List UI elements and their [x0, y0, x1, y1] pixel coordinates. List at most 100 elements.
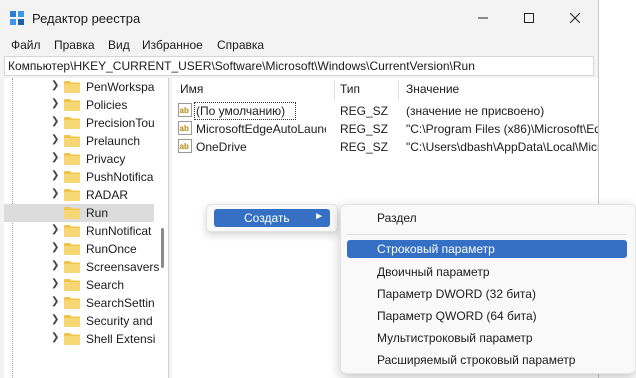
folder-icon — [64, 261, 80, 273]
tree-item-label: Privacy — [86, 152, 126, 166]
chevron-right-icon[interactable]: ❯ — [51, 296, 59, 307]
registry-app-icon — [10, 11, 24, 25]
folder-icon — [64, 171, 80, 183]
tree-item-label: Run — [86, 206, 109, 220]
minimize-button[interactable] — [460, 0, 506, 36]
column-separator[interactable] — [334, 80, 335, 100]
submenu-item-expandable-string-value[interactable]: Расширяемый строковый параметр — [347, 351, 627, 369]
tree-item[interactable]: ❯ Shell Extensi — [4, 330, 155, 348]
submenu-item-string-value[interactable]: Строковый параметр — [347, 240, 627, 258]
maximize-button[interactable] — [506, 0, 552, 36]
chevron-right-icon[interactable]: ❯ — [51, 80, 59, 91]
tree-item[interactable]: ❯ RunNotificat — [4, 222, 154, 240]
chevron-right-icon[interactable]: ❯ — [51, 188, 59, 199]
submenu-item-label: Расширяемый строковый параметр — [377, 353, 576, 367]
value-row[interactable]: ab (По умолчанию) REG_SZ (значение не присв… — [172, 102, 598, 120]
tree-item[interactable]: Run — [4, 204, 154, 222]
window-title: Редактор реестра — [32, 11, 141, 26]
chevron-right-icon: ► — [314, 211, 324, 222]
close-button[interactable] — [552, 0, 598, 36]
tree-item-label: RunNotificat — [86, 224, 152, 238]
tree-scrollbar[interactable] — [158, 78, 168, 378]
chevron-right-icon[interactable]: ❯ — [51, 332, 59, 343]
value-data: "C:\Program Files (x86)\Microsoft\Edge — [406, 122, 598, 136]
chevron-right-icon[interactable]: ❯ — [51, 314, 59, 325]
context-menu: Создать ► — [206, 204, 338, 232]
context-item-new[interactable]: Создать ► — [214, 209, 330, 227]
chevron-right-icon[interactable]: ❯ — [51, 134, 59, 145]
value-name: MicrosoftEdgeAutoLaunch — [196, 122, 326, 136]
submenu-item-label: Параметр DWORD (32 бита) — [377, 287, 536, 301]
tree-item-label: Prelaunch — [86, 134, 141, 148]
tree-item-label: Screensavers — [86, 260, 160, 274]
string-value-icon: ab — [178, 139, 192, 153]
chevron-right-icon[interactable]: ❯ — [51, 170, 59, 181]
folder-icon — [64, 279, 80, 291]
submenu-separator — [347, 234, 627, 235]
value-row[interactable]: ab MicrosoftEdgeAutoLaunch REG_SZ "C:\Progr… — [172, 120, 598, 138]
tree-item[interactable]: ❯ Prelaunch — [4, 132, 154, 150]
chevron-right-icon[interactable]: ❯ — [51, 224, 59, 235]
column-header-data[interactable]: Значение — [406, 82, 459, 96]
focus-rectangle — [194, 102, 296, 120]
tree-item-label: RunOnce — [86, 242, 137, 256]
chevron-right-icon[interactable]: ❯ — [51, 242, 59, 253]
tree-item[interactable]: ❯ PenWorkspa — [4, 78, 154, 96]
folder-icon — [64, 225, 80, 237]
address-path: Компьютер\HKEY_CURRENT_USER\Software\Mic… — [8, 59, 475, 73]
tree-item[interactable]: ❯ RADAR — [4, 186, 154, 204]
tree-item[interactable]: ❯ SearchSettin — [4, 294, 155, 312]
submenu-item-qword-value[interactable]: Параметр QWORD (64 бита) — [347, 307, 627, 325]
tree-item[interactable]: ❯ RunOnce — [4, 240, 154, 258]
value-row[interactable]: ab OneDrive REG_SZ "C:\Users\dbash\AppData\… — [172, 138, 598, 156]
chevron-right-icon[interactable]: ❯ — [51, 116, 59, 127]
minimize-icon — [478, 17, 488, 19]
folder-icon — [64, 207, 80, 219]
submenu-item-multistring-value[interactable]: Мультистроковый параметр — [347, 329, 627, 347]
menu-favorites[interactable]: Избранное — [142, 38, 203, 52]
svg-text:ab: ab — [180, 142, 189, 151]
folder-icon — [64, 81, 80, 93]
tree-item-label: RADAR — [86, 188, 129, 202]
string-value-icon: ab — [178, 103, 192, 117]
tree-pane[interactable]: ❯ PenWorkspa ❯ Policies ❯ PrecisionTou ❯ Prelau… — [4, 78, 169, 378]
submenu-item-label: Параметр QWORD (64 бита) — [377, 309, 537, 323]
column-header-type[interactable]: Тип — [340, 82, 360, 96]
tree-item[interactable]: ❯ Policies — [4, 96, 154, 114]
value-type: REG_SZ — [340, 104, 389, 118]
context-item-new-label: Создать — [244, 211, 290, 225]
submenu-item-dword-value[interactable]: Параметр DWORD (32 бита) — [347, 285, 627, 303]
menu-file[interactable]: Файл — [11, 38, 41, 52]
tree-item[interactable]: ❯ PushNotifica — [4, 168, 154, 186]
column-separator[interactable] — [398, 80, 399, 100]
tree-item-label: PenWorkspa — [86, 80, 155, 94]
tree-item-label: SearchSettin — [86, 296, 155, 310]
menu-help[interactable]: Справка — [217, 38, 264, 52]
menu-edit[interactable]: Правка — [54, 38, 95, 52]
chevron-right-icon[interactable]: ❯ — [51, 278, 59, 289]
title-bar[interactable]: Редактор реестра — [0, 0, 598, 36]
column-header-name[interactable]: Имя — [180, 82, 203, 96]
svg-text:ab: ab — [180, 124, 189, 133]
folder-icon — [64, 99, 80, 111]
value-name: OneDrive — [196, 140, 247, 154]
close-icon — [570, 13, 580, 23]
address-bar[interactable]: Компьютер\HKEY_CURRENT_USER\Software\Mic… — [4, 56, 594, 76]
tree-item-label: Search — [86, 278, 125, 292]
submenu-item-binary-value[interactable]: Двоичный параметр — [347, 263, 627, 281]
submenu-item-label: Мультистроковый параметр — [377, 331, 533, 345]
chevron-right-icon[interactable]: ❯ — [51, 98, 59, 109]
chevron-right-icon[interactable]: ❯ — [51, 152, 59, 163]
folder-icon — [64, 189, 80, 201]
tree-scroll-thumb[interactable] — [161, 228, 164, 268]
tree-item[interactable]: ❯ Privacy — [4, 150, 154, 168]
tree-item[interactable]: ❯ Security and — [4, 312, 154, 330]
svg-text:ab: ab — [180, 106, 189, 115]
submenu-item-key[interactable]: Раздел — [347, 209, 627, 227]
tree-item[interactable]: ❯ Search — [4, 276, 154, 294]
tree-item[interactable]: ❯ PrecisionTou — [4, 114, 155, 132]
tree-item-label: Policies — [86, 98, 128, 112]
menu-view[interactable]: Вид — [108, 38, 130, 52]
chevron-right-icon[interactable]: ❯ — [51, 260, 59, 271]
tree-item[interactable]: ❯ Screensavers — [4, 258, 159, 276]
